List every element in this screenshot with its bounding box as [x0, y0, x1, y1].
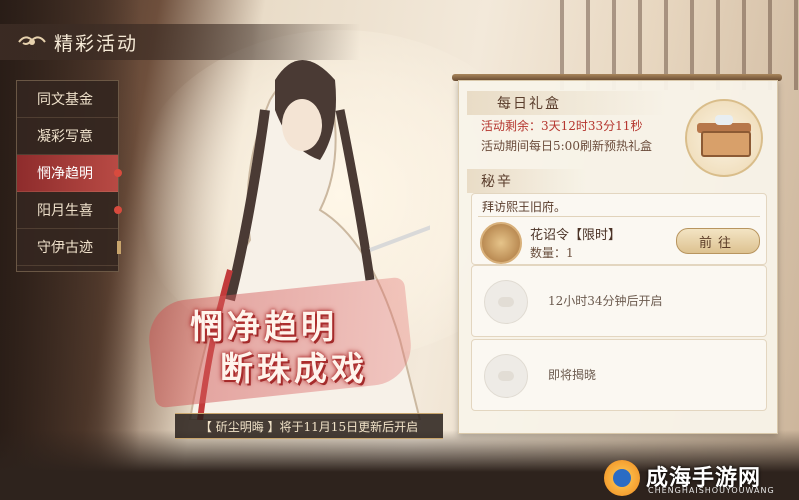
sidebar-nub — [117, 241, 121, 254]
notification-dot — [114, 169, 122, 177]
daily-gift-title: 每日礼盒 — [497, 96, 561, 112]
back-icon[interactable] — [16, 30, 48, 54]
sidebar-item-yangyue[interactable]: 阳月生喜 — [17, 192, 122, 229]
go-button[interactable]: 前往 — [676, 228, 760, 254]
page-title: 精彩活动 — [54, 32, 139, 55]
quest-card: 拜访熙王旧府。 花诏令【限时】 数量：1 前往 — [471, 193, 767, 265]
locked-card: 12小时34分钟后开启 — [471, 265, 767, 337]
token-icon[interactable] — [480, 222, 522, 264]
coming-soon-text: 即将揭晓 — [548, 368, 597, 382]
gift-box-button[interactable] — [685, 99, 763, 177]
event-panel: 每日礼盒 活动剩余：3天12时33分11秒 活动期间每日5:00刷新预热礼盒 秘… — [458, 80, 778, 434]
item-quantity: 数量：1 — [530, 246, 574, 260]
secret-title: 秘辛 — [481, 174, 513, 190]
cloud-placeholder-icon — [484, 280, 528, 324]
locked-card: 即将揭晓 — [471, 339, 767, 411]
sidebar-item-label: 凝彩写意 — [37, 129, 93, 145]
gift-box-icon — [701, 131, 751, 157]
item-name: 花诏令【限时】 — [530, 228, 622, 243]
cloud-placeholder-icon — [484, 354, 528, 398]
sidebar-item-active-event[interactable]: 惘净趋明 — [17, 155, 122, 192]
divider — [478, 216, 760, 217]
quest-description: 拜访熙王旧府。 — [482, 200, 567, 214]
sidebar-item-label: 同文基金 — [37, 92, 93, 108]
watermark-logo-icon — [604, 460, 640, 496]
unlock-countdown: 12小时34分钟后开启 — [548, 294, 663, 308]
refresh-note: 活动期间每日5:00刷新预热礼盒 — [481, 139, 652, 153]
sidebar-item-label: 守伊古迹 — [37, 240, 93, 256]
sidebar-item-label: 惘净趋明 — [37, 166, 93, 182]
notification-dot — [114, 206, 122, 214]
gift-cat-icon — [715, 115, 733, 125]
sidebar-item-painting[interactable]: 凝彩写意 — [17, 118, 118, 155]
watermark: 成海手游网 CHENGHAISHOUYOUWANG — [604, 456, 799, 500]
event-sidebar: 同文基金 凝彩写意 惘净趋明 阳月生喜 守伊古迹 — [16, 80, 122, 272]
banner-line-1: 惘净趋明 — [190, 307, 338, 346]
sidebar-item-label: 阳月生喜 — [37, 203, 93, 219]
cloud-swirl-icon — [18, 36, 46, 45]
sidebar-item-relics[interactable]: 守伊古迹 — [17, 229, 121, 266]
sidebar-item-fund[interactable]: 同文基金 — [17, 81, 118, 118]
banner-line-2: 断珠成戏 — [220, 349, 368, 388]
header-bar: 精彩活动 — [0, 24, 360, 60]
event-banner: 惘净趋明 断珠成戏 — [160, 300, 410, 400]
remaining-time: 活动剩余：3天12时33分11秒 — [481, 119, 643, 133]
watermark-subtext: CHENGHAISHOUYOUWANG — [648, 486, 775, 495]
event-notice: 【 斫尘明晦 】将于11月15日更新后开启 — [175, 413, 443, 439]
